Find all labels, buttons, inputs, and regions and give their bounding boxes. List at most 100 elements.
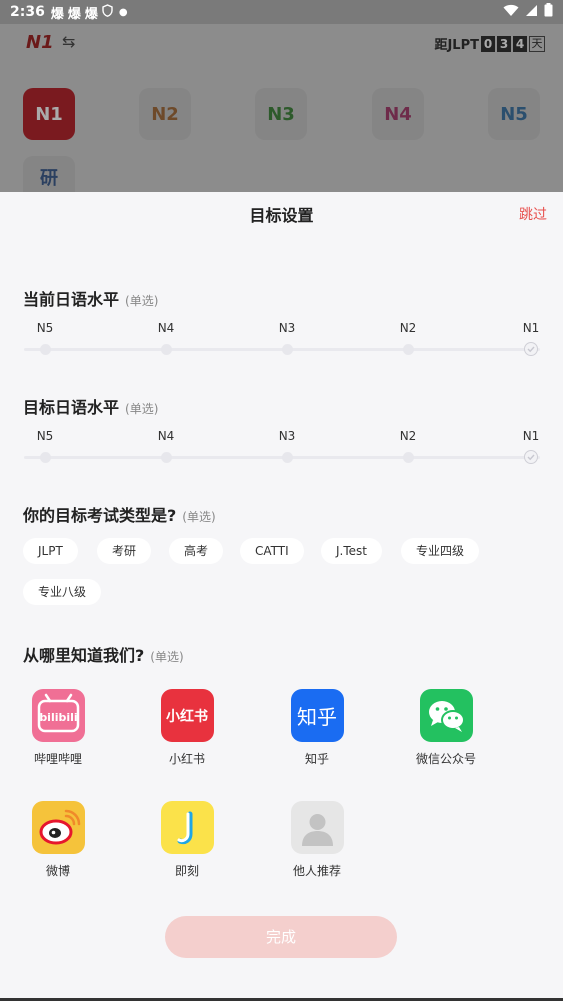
signal-icon [525,4,538,21]
skip-button[interactable]: 跳过 [519,204,547,224]
level-card-n4: N4 [372,88,424,140]
countdown-suffix: 天 [529,35,545,52]
level-card-label: N5 [500,103,528,125]
slider-stop[interactable] [282,452,293,463]
source-option-jike[interactable]: 即刻 [137,801,237,879]
zhihu-icon-text: 知乎 [297,705,337,729]
slider-stop[interactable] [403,452,414,463]
source-label: 小红书 [168,752,205,766]
countdown-prefix: 距JLPT [434,38,479,53]
exam-option-jtest[interactable]: J.Test [321,538,382,564]
exam-option-kaoyan[interactable]: 考研 [97,538,152,564]
countdown-digit: 4 [513,35,527,52]
section-title-text: 你的目标考试类型是? [23,506,177,525]
status-bar: 2:36 爆 爆 爆 ● [0,0,563,24]
app-logo: N1 [26,32,54,53]
exam-option-tem8[interactable]: 专业八级 [23,579,102,605]
jlpt-countdown: 距JLPT 0 3 4 天 [434,34,545,53]
zhihu-icon: 知乎 [290,689,344,742]
xiaohongshu-icon: 小红书 [160,689,214,742]
slider-label: N3 [278,429,296,443]
notification-icon: 爆 [84,6,98,22]
slider-label: N1 [522,321,540,335]
level-card-n3: N3 [255,88,307,140]
slider-stop[interactable] [161,452,172,463]
slider-label: N1 [522,429,540,443]
level-card-n2: N2 [139,88,191,140]
level-card-label: 研 [40,168,58,189]
source-option-wechat[interactable]: 微信公众号 [396,689,496,767]
current-level-title: 当前日语水平 (单选) [23,286,158,310]
switch-icon: ⇆ [62,32,76,51]
goal-settings-sheet: 目标设置 跳过 当前日语水平 (单选) N5 N4 N3 N2 N1 目标日语水平… [0,192,563,1001]
slider-label: N2 [399,429,417,443]
single-choice-hint: (单选) [182,510,216,524]
section-title-text: 目标日语水平 [23,398,120,417]
exam-type-title: 你的目标考试类型是? (单选) [23,502,216,526]
slider-label: N4 [157,321,175,335]
source-label: 即刻 [174,864,199,878]
source-label: 哔哩哔哩 [33,752,82,766]
weibo-icon [31,801,85,854]
countdown-digit: 0 [481,35,495,52]
source-option-weibo[interactable]: 微博 [8,801,108,879]
level-card-label: N3 [267,103,295,125]
wechat-icon [419,689,473,742]
svg-text:bilibili: bilibili [39,711,77,724]
level-card-label: N2 [151,103,179,125]
person-icon [290,801,344,854]
slider-stop[interactable] [161,344,172,355]
single-choice-hint: (单选) [125,402,159,416]
slider-label: N3 [278,321,296,335]
source-title: 从哪里知道我们? (单选) [23,642,184,666]
source-option-referral[interactable]: 他人推荐 [267,801,367,879]
exam-option-catti[interactable]: CATTI [240,538,304,564]
notification-icon: 爆 [50,6,64,22]
source-option-bilibili[interactable]: bilibili 哔哩哔哩 [8,689,108,767]
single-choice-hint: (单选) [125,294,159,308]
source-label: 知乎 [304,752,329,766]
slider-label: N4 [157,429,175,443]
level-card-label: N4 [384,103,412,125]
slider-label: N5 [36,321,54,335]
wifi-icon [503,4,519,21]
battery-icon [544,3,553,21]
slider-stop[interactable] [403,344,414,355]
single-choice-hint: (单选) [150,650,184,664]
source-label: 微信公众号 [415,752,476,766]
level-card-extra: 研 [23,156,75,192]
slider-label: N2 [399,321,417,335]
xiaohongshu-icon-text: 小红书 [166,708,208,725]
bilibili-icon: bilibili [31,689,85,742]
level-card-n1: N1 [23,88,75,140]
target-level-slider[interactable]: N5 N4 N3 N2 N1 [24,429,540,469]
slider-check-icon[interactable] [524,342,538,356]
jike-icon [160,801,214,854]
current-level-slider[interactable]: N5 N4 N3 N2 N1 [24,321,540,361]
section-title-text: 当前日语水平 [23,290,120,309]
dot-icon: ● [118,6,128,18]
status-time: 2:36 [10,4,45,20]
notification-icon: 爆 [67,6,81,22]
exam-option-jlpt[interactable]: JLPT [23,538,78,564]
background-header: N1 ⇆ 距JLPT 0 3 4 天 [0,24,563,64]
slider-check-icon[interactable] [524,450,538,464]
background-app-overlay[interactable]: N1 ⇆ 距JLPT 0 3 4 天 N1 N2 N3 N4 N5 研 [0,24,563,192]
target-level-title: 目标日语水平 (单选) [23,394,158,418]
source-option-xiaohongshu[interactable]: 小红书 小红书 [137,689,237,767]
done-button[interactable]: 完成 [165,916,397,958]
source-label: 他人推荐 [292,864,341,878]
countdown-digit: 3 [497,35,511,52]
exam-option-gaokao[interactable]: 高考 [169,538,224,564]
section-title-text: 从哪里知道我们? [23,646,145,665]
level-card-label: N1 [35,103,63,125]
sheet-title: 目标设置 [249,206,314,225]
slider-stop[interactable] [40,452,51,463]
level-card-n5: N5 [488,88,540,140]
source-option-zhihu[interactable]: 知乎 知乎 [267,689,367,767]
source-label: 微博 [45,864,70,878]
slider-stop[interactable] [282,344,293,355]
slider-label: N5 [36,429,54,443]
slider-stop[interactable] [40,344,51,355]
exam-option-tem4[interactable]: 专业四级 [401,538,480,564]
